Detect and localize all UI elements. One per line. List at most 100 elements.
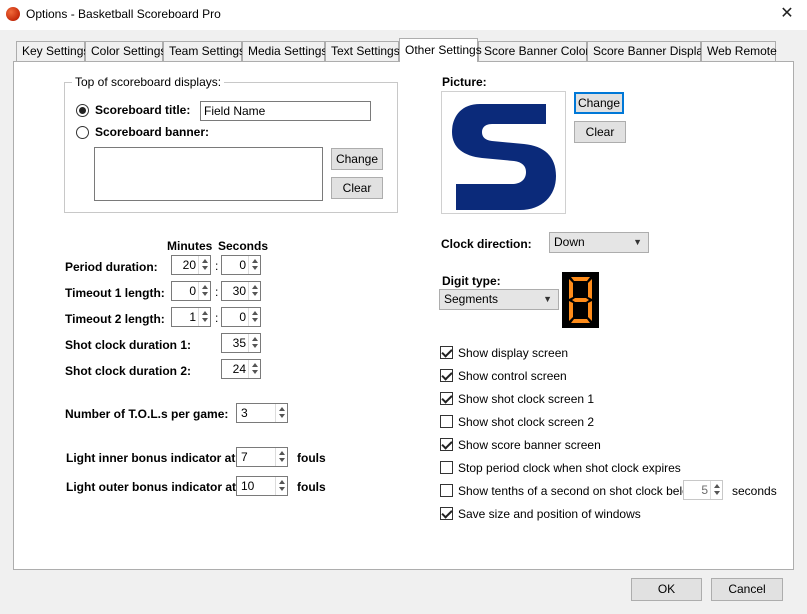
spinner-arrows-icon[interactable] [710,481,722,499]
stop-period-clock-checkbox[interactable] [440,461,453,474]
timeout1-label: Timeout 1 length: [65,286,165,300]
timeout1-minutes-spinner[interactable]: 0 [171,281,211,301]
spinner-arrows-icon[interactable] [275,477,287,495]
tols-value: 3 [241,406,248,420]
tab-score-banner-display[interactable]: Score Banner Display [587,41,709,61]
digit-type-label: Digit type: [442,274,501,288]
picture-clear-button[interactable]: Clear [574,121,626,143]
period-seconds-spinner[interactable]: 0 [221,255,261,275]
spinner-arrows-icon[interactable] [198,308,210,326]
scoreboard-banner-label: Scoreboard banner: [95,125,210,139]
inner-bonus-spinner[interactable]: 7 [236,447,288,467]
save-window-position-checkbox[interactable] [440,507,453,520]
chevron-down-icon: ▼ [543,294,552,304]
banner-clear-button[interactable]: Clear [331,177,383,199]
shot-clock2-spinner[interactable]: 24 [221,359,261,379]
tab-media-settings[interactable]: Media Settings [242,41,327,61]
scoreboard-title-radio[interactable] [76,104,89,117]
period-minutes-value: 20 [182,258,196,272]
digit-type-value: Segments [444,292,499,306]
tab-web-remote[interactable]: Web Remote [701,41,777,61]
spinner-arrows-icon[interactable] [248,308,260,326]
scoreboard-banner-radio[interactable] [76,126,89,139]
clock-direction-value: Down [554,235,585,249]
logo-s-icon [452,104,556,210]
shot-clock1-spinner[interactable]: 35 [221,333,261,353]
tab-key-settings[interactable]: Key Settings [16,41,89,61]
outer-bonus-spinner[interactable]: 10 [236,476,288,496]
tols-label: Number of T.O.L.s per game: [65,407,229,421]
shot-clock1-label: Shot clock duration 1: [65,338,192,352]
inner-bonus-label: Light inner bonus indicator at [66,451,236,465]
spinner-arrows-icon[interactable] [198,282,210,300]
outer-fouls-label: fouls [297,480,326,494]
tab-other-settings[interactable]: Other Settings [399,38,482,62]
timeout2-seconds-spinner[interactable]: 0 [221,307,261,327]
timeout1-seconds-value: 30 [232,284,246,298]
show-control-screen-checkbox[interactable] [440,369,453,382]
spinner-arrows-icon[interactable] [248,282,260,300]
timeout2-seconds-value: 0 [239,310,246,324]
show-tenths-checkbox[interactable] [440,484,453,497]
tenths-threshold-value: 5 [701,483,708,497]
show-control-screen-label: Show control screen [458,369,567,383]
inner-fouls-label: fouls [297,451,326,465]
spinner-arrows-icon[interactable] [248,256,260,274]
stop-period-clock-label: Stop period clock when shot clock expire… [458,461,681,475]
tab-color-settings[interactable]: Color Settings [85,41,166,61]
window-title: Options - Basketball Scoreboard Pro [26,7,221,21]
top-display-group-label: Top of scoreboard displays: [72,75,225,89]
save-window-position-label: Save size and position of windows [458,507,641,521]
colon: : [215,259,219,273]
period-minutes-spinner[interactable]: 20 [171,255,211,275]
tols-spinner[interactable]: 3 [236,403,288,423]
show-shot-clock2-checkbox[interactable] [440,415,453,428]
tab-score-banner-colors[interactable]: Score Banner Colors [478,41,595,61]
tab-text-settings[interactable]: Text Settings [325,41,400,61]
spinner-arrows-icon[interactable] [248,360,260,378]
show-display-screen-label: Show display screen [458,346,569,360]
cancel-button[interactable]: Cancel [711,578,783,601]
period-duration-label: Period duration: [65,260,158,274]
colon: : [215,285,219,299]
digit-preview-icon [562,272,599,328]
colon: : [215,311,219,325]
timeout1-seconds-spinner[interactable]: 30 [221,281,261,301]
ok-button[interactable]: OK [631,578,702,601]
show-score-banner-checkbox[interactable] [440,438,453,451]
minutes-header: Minutes [167,239,213,253]
tab-strip: Key Settings Color Settings Team Setting… [0,38,807,62]
timeout2-minutes-value: 1 [189,310,196,324]
spinner-arrows-icon[interactable] [275,448,287,466]
show-shot-clock1-checkbox[interactable] [440,392,453,405]
show-tenths-label: Show tenths of a second on shot clock be… [458,484,698,498]
picture-box [441,91,566,214]
outer-bonus-label: Light outer bonus indicator at [66,480,236,494]
outer-bonus-value: 10 [241,479,255,493]
tenths-threshold-spinner[interactable]: 5 [683,480,723,500]
close-icon[interactable]: ✕ [770,2,804,26]
period-seconds-value: 0 [239,258,246,272]
picture-label: Picture: [442,75,487,89]
timeout1-minutes-value: 0 [189,284,196,298]
spinner-arrows-icon[interactable] [248,334,260,352]
show-display-screen-checkbox[interactable] [440,346,453,359]
timeout2-minutes-spinner[interactable]: 1 [171,307,211,327]
inner-bonus-value: 7 [241,450,248,464]
picture-change-button[interactable]: Change [574,92,624,114]
tenths-seconds-label: seconds [732,484,777,498]
app-icon [6,7,20,21]
shot-clock2-value: 24 [232,362,246,376]
digit-type-select[interactable]: Segments ▼ [439,289,559,310]
seconds-header: Seconds [218,239,269,253]
banner-change-button[interactable]: Change [331,148,383,170]
spinner-arrows-icon[interactable] [275,404,287,422]
tab-team-settings[interactable]: Team Settings [163,41,245,61]
chevron-down-icon: ▼ [633,237,642,247]
shot-clock2-label: Shot clock duration 2: [65,364,192,378]
spinner-arrows-icon[interactable] [198,256,210,274]
clock-direction-select[interactable]: Down ▼ [549,232,649,253]
shot-clock1-value: 35 [232,336,246,350]
show-shot-clock2-label: Show shot clock screen 2 [458,415,595,429]
scoreboard-title-input[interactable]: Field Name [200,101,371,121]
